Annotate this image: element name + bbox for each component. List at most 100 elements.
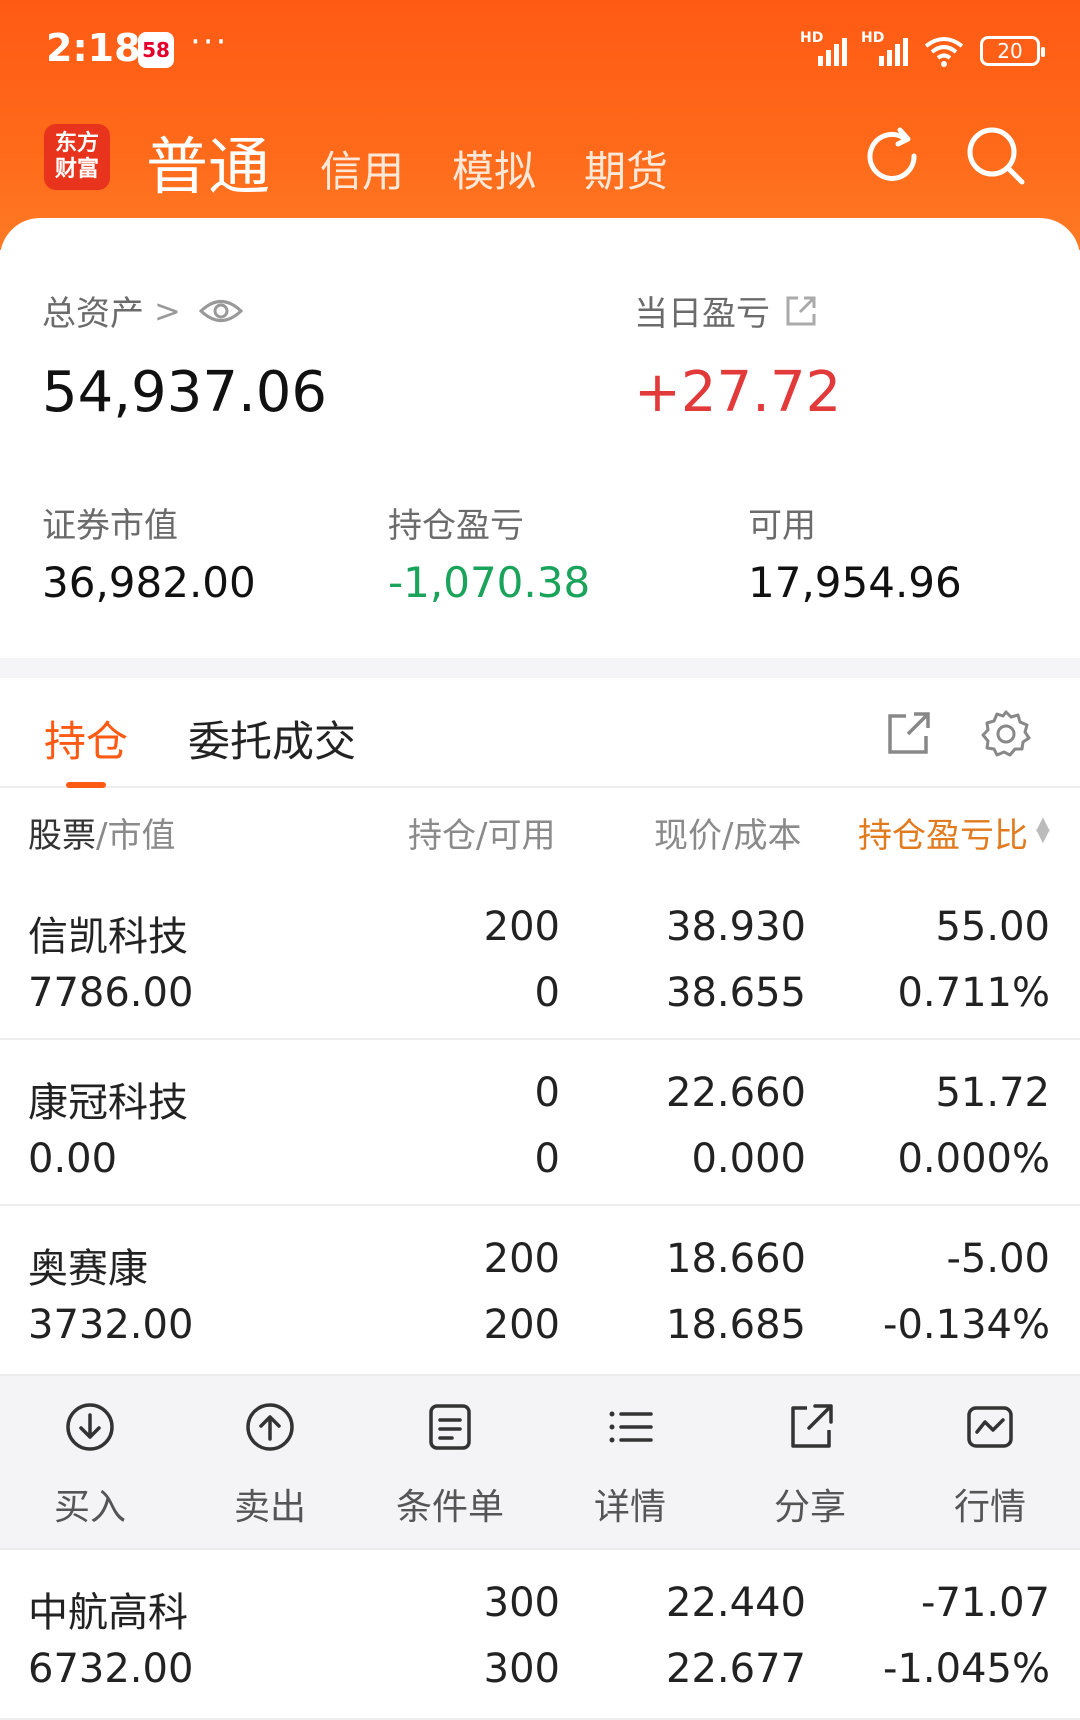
position-pl: -5.00 (946, 1236, 1051, 1282)
stock-name: 奥赛康 (28, 1246, 148, 1292)
available-label: 可用 (748, 506, 816, 546)
col-hold[interactable]: 持仓/可用 (408, 808, 555, 857)
stock-name: 中航高科 (28, 1590, 188, 1636)
hold-qty: 200 (483, 904, 560, 950)
position-pl-pct: -1.045% (883, 1646, 1050, 1692)
hold-qty: 200 (483, 1236, 560, 1282)
total-assets-header[interactable]: 总资产 > (42, 286, 243, 335)
details-button[interactable]: 详情 (570, 1400, 690, 1530)
position-action-bar: 买入 卖出 条件单 详情 分享 行情 (0, 1374, 1080, 1550)
details-icon (609, 1411, 653, 1443)
cost-price: 18.685 (666, 1302, 806, 1348)
search-icon[interactable] (964, 124, 1028, 188)
position-pl-pct: 0.711% (897, 970, 1050, 1016)
position-pl-label: 持仓盈亏 (388, 506, 524, 546)
table-row[interactable]: 中航高科 6732.00 300 300 22.440 22.677 -71.0… (0, 1552, 1080, 1720)
cost-price: 0.000 (691, 1136, 806, 1182)
condition-order-label: 条件单 (395, 1487, 504, 1528)
stock-name: 康冠科技 (28, 1080, 188, 1126)
stock-name: 信凯科技 (28, 914, 188, 960)
tab-credit[interactable]: 信用 (320, 138, 404, 199)
quote-label: 行情 (953, 1487, 1026, 1528)
col-pl-ratio[interactable]: 持仓盈亏比 (858, 808, 1036, 857)
stock-market-value: 0.00 (28, 1136, 118, 1182)
section-tabs: 持仓 委托成交 (0, 678, 1080, 788)
tab-futures[interactable]: 期货 (584, 138, 668, 199)
current-price: 38.930 (666, 904, 806, 950)
external-link-icon[interactable] (784, 294, 818, 328)
daily-pl-label: 当日盈亏 (634, 294, 770, 334)
tab-simulation[interactable]: 模拟 (452, 138, 536, 199)
account-type-nav: 东方 财富 普通 信用 模拟 期货 (0, 110, 1080, 210)
share-button[interactable]: 分享 (750, 1400, 870, 1530)
market-value-label: 证券市值 (42, 506, 178, 546)
position-pl-pct: -0.134% (883, 1302, 1050, 1348)
current-price: 22.660 (666, 1070, 806, 1116)
table-row[interactable]: 康冠科技 0.00 0 0 22.660 0.000 51.72 0.000% (0, 1040, 1080, 1206)
buy-button[interactable]: 买入 (30, 1400, 150, 1530)
sell-label: 卖出 (233, 1487, 306, 1528)
position-pl-pct: 0.000% (897, 1136, 1050, 1182)
total-assets-label: 总资产 (42, 294, 144, 334)
quote-icon (967, 1406, 1013, 1448)
eye-icon[interactable] (198, 296, 243, 326)
avail-qty: 300 (483, 1646, 560, 1692)
position-pl-value: -1,070.38 (388, 558, 591, 607)
buy-label: 买入 (53, 1487, 126, 1528)
tab-normal[interactable]: 普通 (146, 116, 270, 206)
buy-icon (66, 1403, 114, 1451)
position-pl: 55.00 (935, 904, 1050, 950)
col-stock[interactable]: 股票/市值 (28, 808, 175, 857)
app-header: 2:18 58 ··· HD HD 20 东方 财富 普通 信用 模拟 期货 (0, 0, 1080, 250)
tab-orders-trades[interactable]: 委托成交 (188, 708, 356, 769)
current-price: 22.440 (666, 1580, 806, 1626)
hold-qty: 300 (483, 1580, 560, 1626)
asset-summary-card: 总资产 > 54,937.06 当日盈亏 +27.72 证券市值 36,982.… (0, 218, 1080, 658)
position-pl: -71.07 (921, 1580, 1050, 1626)
condition-order-icon (429, 1404, 471, 1450)
market-value: 36,982.00 (42, 558, 256, 607)
status-time: 2:18 (46, 26, 141, 70)
app-logo: 东方 财富 (44, 124, 110, 190)
settings-gear-icon[interactable] (980, 708, 1032, 760)
available-value: 17,954.96 (748, 558, 962, 607)
quote-button[interactable]: 行情 (930, 1400, 1050, 1530)
signal-icon: HD (861, 30, 908, 66)
share-external-icon[interactable] (886, 710, 932, 756)
share-icon (791, 1404, 833, 1448)
details-label: 详情 (593, 1487, 666, 1528)
total-assets-value: 54,937.06 (42, 360, 328, 425)
avail-qty: 0 (534, 970, 560, 1016)
status-indicators: HD HD 20 (800, 30, 1045, 68)
wifi-icon (924, 37, 964, 67)
sell-button[interactable]: 卖出 (210, 1400, 330, 1530)
daily-pl-header[interactable]: 当日盈亏 (634, 286, 818, 335)
stock-market-value: 6732.00 (28, 1646, 194, 1692)
more-notifications-icon: ··· (190, 22, 229, 62)
share-label: 分享 (773, 1487, 846, 1528)
stock-market-value: 3732.00 (28, 1302, 194, 1348)
status-bar: 2:18 58 ··· HD HD 20 (0, 0, 1080, 100)
table-row[interactable]: 奥赛康 3732.00 200 200 18.660 18.685 -5.00 … (0, 1206, 1080, 1372)
active-tab-indicator (66, 782, 106, 788)
stock-market-value: 7786.00 (28, 970, 194, 1016)
refresh-icon[interactable] (860, 124, 924, 188)
avail-qty: 200 (483, 1302, 560, 1348)
col-price[interactable]: 现价/成本 (654, 808, 801, 857)
avail-qty: 0 (534, 1136, 560, 1182)
signal-icon: HD (800, 30, 847, 66)
daily-pl-value: +27.72 (634, 360, 842, 425)
cost-price: 22.677 (666, 1646, 806, 1692)
sort-icon[interactable]: ▲ ▼ (1036, 815, 1050, 845)
app-badge-icon: 58 (138, 32, 174, 68)
position-pl: 51.72 (935, 1070, 1050, 1116)
current-price: 18.660 (666, 1236, 806, 1282)
chevron-right-icon: > (154, 291, 181, 330)
table-row[interactable]: 信凯科技 7786.00 200 0 38.930 38.655 55.00 0… (0, 874, 1080, 1040)
battery-icon: 20 (980, 36, 1045, 66)
tab-positions[interactable]: 持仓 (44, 708, 128, 769)
condition-order-button[interactable]: 条件单 (390, 1400, 510, 1530)
cost-price: 38.655 (666, 970, 806, 1016)
hold-qty: 0 (534, 1070, 560, 1116)
sell-icon (246, 1403, 294, 1451)
